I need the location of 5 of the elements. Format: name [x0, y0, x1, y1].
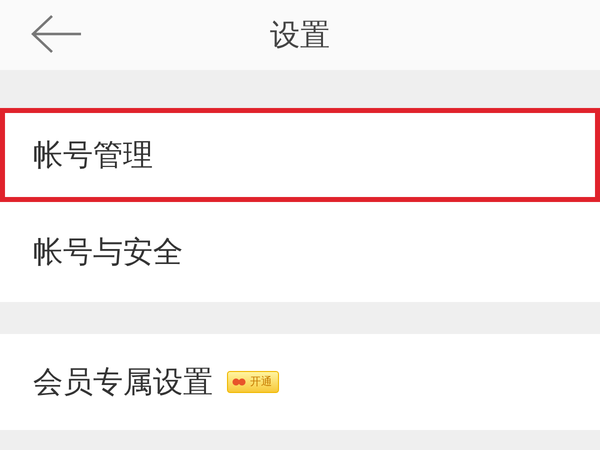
settings-item[interactable]: 会员专属设置 开通	[0, 334, 600, 430]
settings-item[interactable]: 帐号管理	[0, 108, 600, 202]
page-title: 设置	[270, 16, 330, 54]
settings-item[interactable]: 帐号与安全	[0, 202, 600, 302]
back-arrow-icon[interactable]	[30, 14, 82, 54]
